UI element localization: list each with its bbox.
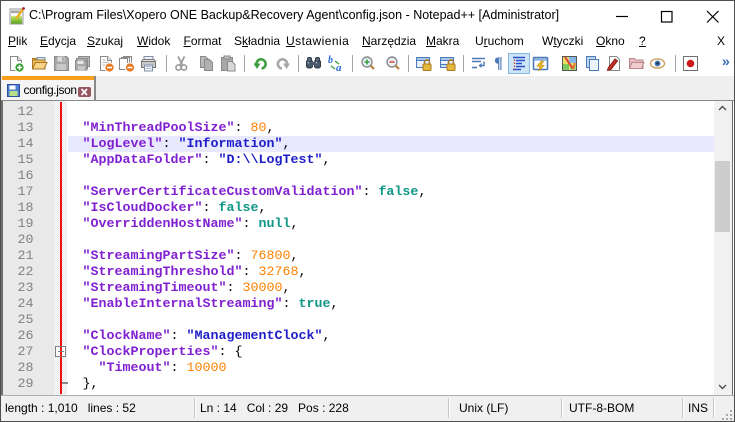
svg-text:b: b <box>328 55 333 66</box>
